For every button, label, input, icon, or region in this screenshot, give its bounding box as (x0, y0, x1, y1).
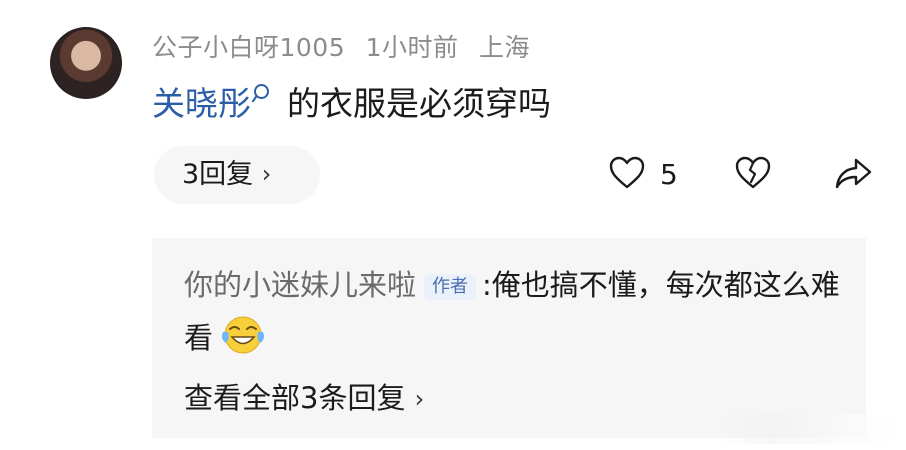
replies-label: 3回复 (182, 159, 254, 190)
comment-username[interactable]: 公子小白呀1005 (152, 33, 345, 62)
chevron-right-icon: › (414, 385, 425, 413)
comment-time: 1小时前 (365, 33, 459, 62)
reply-username[interactable]: 你的小迷妹儿来啦 (184, 268, 416, 302)
author-badge: 作者 (424, 274, 477, 300)
replies-button[interactable]: 3回复 › (154, 146, 320, 204)
comment-actions: 5 (598, 150, 898, 200)
chevron-right-icon: › (261, 160, 272, 188)
reply-content: 你的小迷妹儿来啦 作者:俺也搞不懂，每次都这么难看 (184, 264, 864, 359)
like-count: 5 (660, 158, 678, 191)
search-icon (254, 84, 269, 99)
crying-laughing-emoji-icon (219, 314, 267, 367)
view-all-label: 查看全部3条回复 (184, 381, 406, 415)
share-arrow-icon[interactable] (834, 156, 874, 190)
comment-text: 关晓彤 的衣服是必须穿吗 (152, 84, 551, 124)
comment-body: 的衣服是必须穿吗 (287, 84, 551, 123)
watermark (718, 414, 898, 444)
reply-preview[interactable]: 你的小迷妹儿来啦 作者:俺也搞不懂，每次都这么难看 查看全部3条回复 › (152, 238, 866, 438)
view-all-replies-link[interactable]: 查看全部3条回复 › (184, 378, 424, 420)
comment-meta: 公子小白呀1005 1小时前 上海 (152, 34, 542, 62)
reply-separator: : (482, 268, 492, 302)
comment-location: 上海 (478, 33, 530, 62)
mention-link[interactable]: 关晓彤 (152, 84, 251, 123)
heart-outline-icon[interactable] (608, 156, 646, 190)
avatar[interactable] (50, 27, 122, 99)
broken-heart-icon[interactable] (734, 156, 772, 190)
